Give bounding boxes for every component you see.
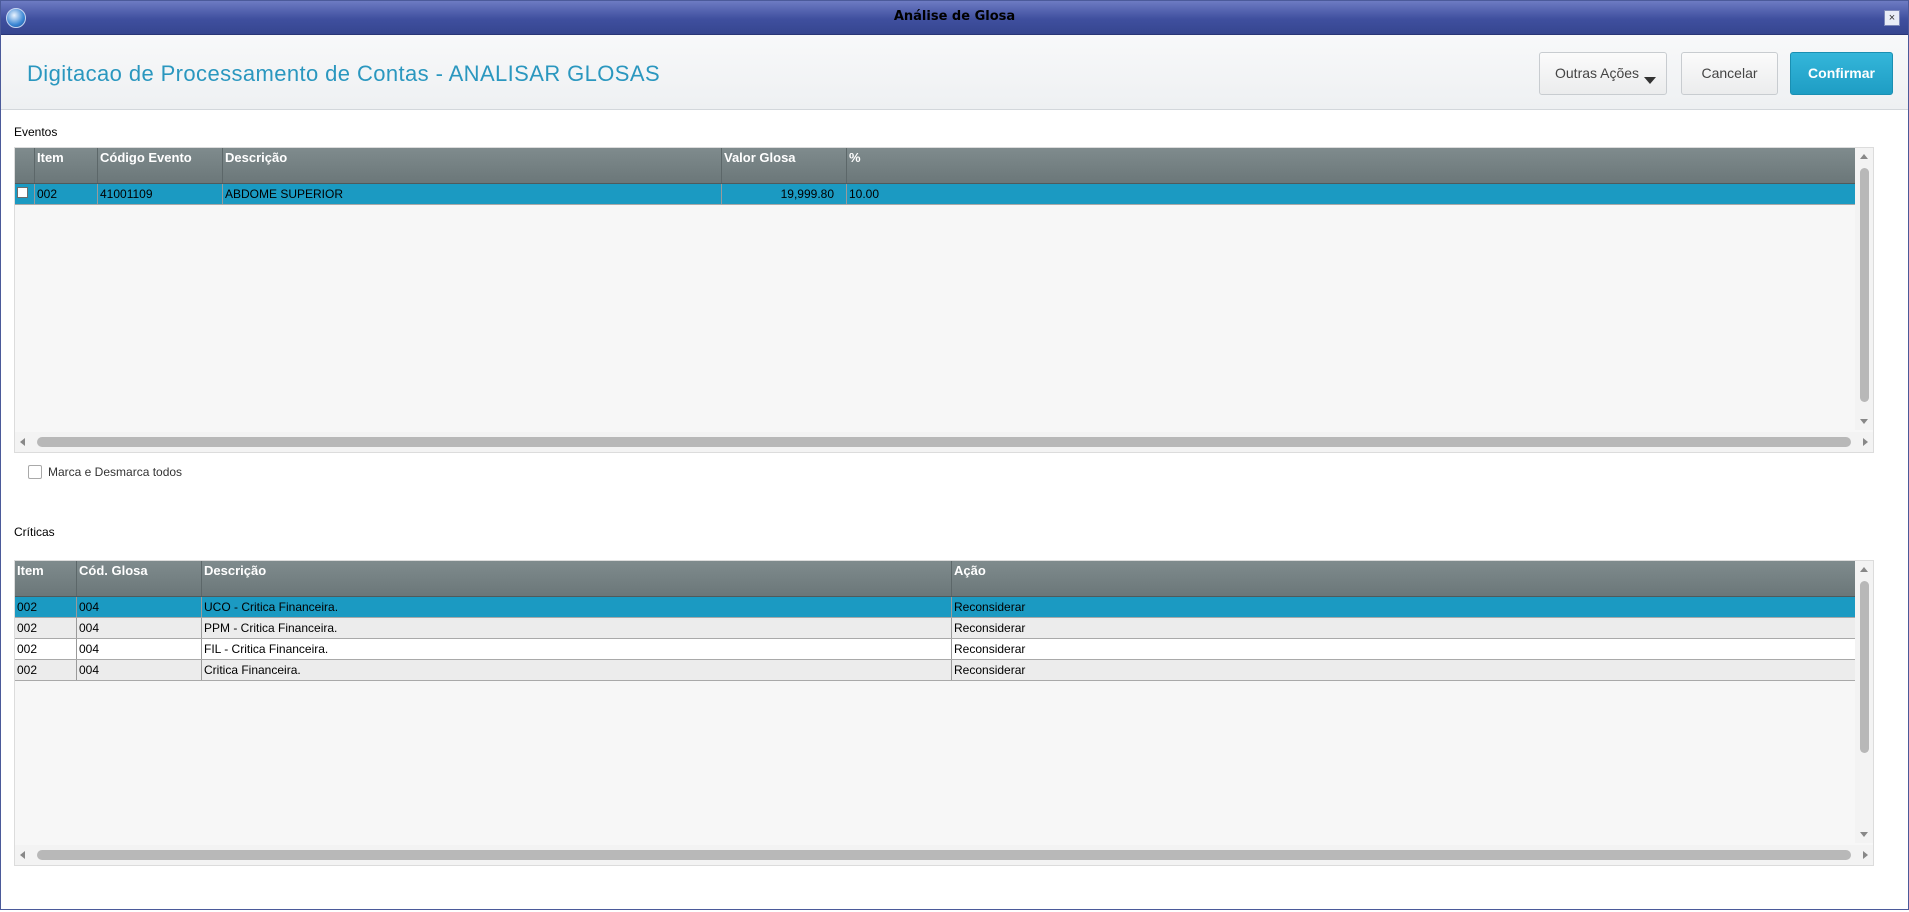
scroll-down-icon[interactable] (1860, 419, 1868, 424)
close-icon[interactable]: × (1884, 10, 1900, 26)
analise-glosa-window: Análise de Glosa × Digitacao de Processa… (0, 0, 1909, 910)
scroll-left-icon[interactable] (20, 851, 25, 859)
title-bar: Análise de Glosa × (1, 1, 1908, 35)
scroll-down-icon[interactable] (1860, 832, 1868, 837)
row-checkbox[interactable] (17, 187, 28, 198)
cell-descricao: ABDOME SUPERIOR (223, 184, 722, 204)
table-row[interactable]: 002 004 FIL - Critica Financeira. Recons… (15, 639, 1855, 660)
cell-acao: Reconsiderar (954, 621, 1026, 635)
page-header: Digitacao de Processamento de Contas - A… (1, 35, 1908, 110)
cell-item: 002 (15, 639, 77, 659)
col-acao[interactable]: Ação (952, 561, 1855, 596)
table-row[interactable]: 002 004 PPM - Critica Financeira. Recons… (15, 618, 1855, 639)
marca-desmarca-todos[interactable]: Marca e Desmarca todos (28, 465, 182, 479)
cell-descricao: Critica Financeira. (202, 660, 952, 680)
chevron-down-icon (1644, 77, 1656, 84)
scroll-up-icon[interactable] (1860, 154, 1868, 159)
criticas-horizontal-scrollbar[interactable] (15, 845, 1873, 865)
eventos-grid-header: Item Código Evento Descrição Valor Glosa… (15, 148, 1855, 184)
criticas-section-label: Críticas (14, 525, 55, 539)
scroll-left-icon[interactable] (20, 438, 25, 446)
row-select-cell[interactable] (15, 184, 35, 204)
page-title: Digitacao de Processamento de Contas - A… (27, 61, 661, 86)
cell-percent: 10.00 (849, 187, 880, 201)
cell-descricao: FIL - Critica Financeira. (202, 639, 952, 659)
col-item[interactable]: Item (15, 561, 77, 596)
cell-acao: Reconsiderar (954, 663, 1026, 677)
col-select (15, 148, 35, 183)
cell-item: 002 (35, 184, 98, 204)
table-row[interactable]: 002 41001109 ABDOME SUPERIOR 19,999.80 1… (15, 184, 1855, 205)
criticas-grid-header: Item Cód. Glosa Descrição Ação (15, 561, 1855, 597)
col-cod-glosa[interactable]: Cód. Glosa (77, 561, 202, 596)
scroll-thumb[interactable] (37, 850, 1851, 860)
cell-cod-glosa: 004 (77, 597, 202, 617)
cell-item: 002 (15, 618, 77, 638)
cell-descricao: UCO - Critica Financeira. (202, 597, 952, 617)
marca-checkbox[interactable] (28, 465, 42, 479)
cell-item: 002 (15, 660, 77, 680)
cell-acao: Reconsiderar (954, 642, 1026, 656)
cell-item: 002 (15, 597, 77, 617)
scroll-right-icon[interactable] (1863, 851, 1868, 859)
scroll-up-icon[interactable] (1860, 567, 1868, 572)
window-title: Análise de Glosa (893, 9, 1016, 24)
col-item[interactable]: Item (35, 148, 98, 183)
col-percent[interactable]: % (847, 148, 1855, 183)
scroll-thumb[interactable] (1860, 168, 1869, 402)
cancel-button[interactable]: Cancelar (1681, 52, 1778, 95)
eventos-grid[interactable]: Item Código Evento Descrição Valor Glosa… (14, 147, 1874, 453)
outras-acoes-button[interactable]: Outras Ações (1539, 52, 1667, 95)
criticas-vertical-scrollbar[interactable] (1855, 561, 1873, 843)
scroll-thumb[interactable] (37, 437, 1851, 447)
cell-codigo: 41001109 (98, 184, 223, 204)
scroll-thumb[interactable] (1860, 581, 1869, 753)
eventos-vertical-scrollbar[interactable] (1855, 148, 1873, 430)
col-descricao[interactable]: Descrição (223, 148, 722, 183)
confirm-button[interactable]: Confirmar (1790, 52, 1893, 95)
eventos-horizontal-scrollbar[interactable] (15, 432, 1873, 452)
col-descricao[interactable]: Descrição (202, 561, 952, 596)
marca-label: Marca e Desmarca todos (48, 465, 183, 479)
col-valor-glosa[interactable]: Valor Glosa (722, 148, 847, 183)
cell-descricao: PPM - Critica Financeira. (202, 618, 952, 638)
scroll-right-icon[interactable] (1863, 438, 1868, 446)
cell-cod-glosa: 004 (77, 618, 202, 638)
cell-cod-glosa: 004 (77, 660, 202, 680)
cell-cod-glosa: 004 (77, 639, 202, 659)
col-codigo-evento[interactable]: Código Evento (98, 148, 223, 183)
table-row[interactable]: 002 004 UCO - Critica Financeira. Recons… (15, 597, 1855, 618)
cell-acao: Reconsiderar (954, 600, 1026, 614)
table-row[interactable]: 002 004 Critica Financeira. Reconsiderar (15, 660, 1855, 681)
criticas-grid[interactable]: Item Cód. Glosa Descrição Ação 002 004 U… (14, 560, 1874, 866)
eventos-section-label: Eventos (14, 125, 58, 139)
cell-valor-glosa: 19,999.80 (722, 184, 847, 204)
outras-acoes-label: Outras Ações (1555, 65, 1640, 81)
